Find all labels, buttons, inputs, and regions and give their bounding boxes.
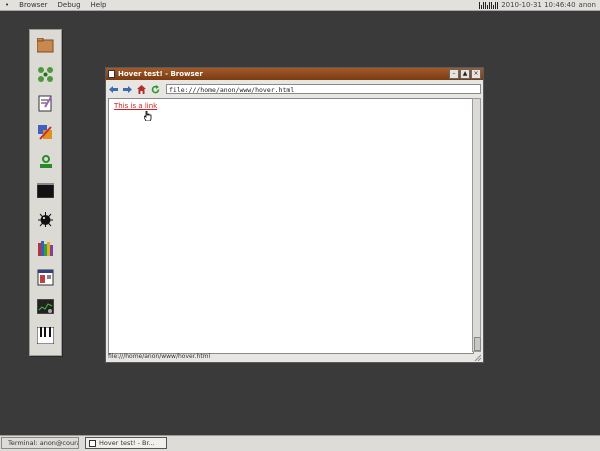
terminal-icon[interactable] [35, 180, 56, 201]
grid-icon[interactable] [35, 64, 56, 85]
username: anon [578, 1, 596, 9]
system-menu-icon[interactable]: • [5, 1, 9, 9]
navigation-toolbar: file:///home/anon/www/hover.html [108, 82, 481, 96]
url-input[interactable]: file:///home/anon/www/hover.html [166, 84, 481, 94]
user-manager-icon[interactable] [35, 151, 56, 172]
system-monitor-icon[interactable] [35, 296, 56, 317]
taskbar-item-terminal[interactable]: Terminal: anon@courage:~ [1, 437, 79, 449]
menu-browser[interactable]: Browser [19, 1, 47, 9]
forward-arrow-icon [123, 85, 132, 93]
window-titlebar[interactable]: Hover test! - Browser – ▲ × [106, 68, 483, 80]
quicklaunch-dock [29, 29, 62, 356]
paint-icon[interactable] [35, 122, 56, 143]
scrollbar-thumb[interactable] [474, 337, 481, 351]
top-menu-bar: • Browser Debug Help 2010-10-31 10:46:40… [0, 0, 600, 11]
resize-grip-icon[interactable] [473, 353, 481, 361]
status-text: file:///home/anon/www/hover.html [108, 353, 211, 360]
clock: 2010-10-31 10:46:40 [501, 1, 576, 9]
minimize-button[interactable]: – [449, 69, 459, 79]
cpu-graph-icon [479, 1, 499, 9]
page-content: This is a link [108, 98, 474, 354]
taskbar: Terminal: anon@courage:~ Hover test! - B… [0, 435, 600, 451]
home-icon [137, 84, 146, 94]
hover-link[interactable]: This is a link [114, 102, 157, 110]
back-arrow-icon [109, 85, 118, 93]
bomb-icon[interactable] [35, 209, 56, 230]
taskbar-item-label: Terminal: anon@courage:~ [8, 439, 78, 447]
browser-window: Hover test! - Browser – ▲ × file:///home… [105, 67, 484, 363]
maximize-button[interactable]: ▲ [460, 69, 470, 79]
folder-icon[interactable] [35, 35, 56, 56]
piano-icon[interactable] [35, 325, 56, 346]
notepad-icon[interactable] [35, 93, 56, 114]
close-button[interactable]: × [471, 69, 481, 79]
taskbar-item-label: Hover test! - Br... [99, 439, 155, 447]
reload-button[interactable] [150, 84, 161, 95]
menu-help[interactable]: Help [91, 1, 107, 9]
back-button[interactable] [108, 84, 119, 95]
menu-debug[interactable]: Debug [58, 1, 81, 9]
hand-cursor-icon [144, 111, 152, 121]
status-bar: file:///home/anon/www/hover.html [108, 353, 481, 361]
document-icon [108, 70, 115, 78]
window-title: Hover test! - Browser [118, 70, 203, 78]
document-icon [89, 439, 96, 447]
taskbar-item-browser[interactable]: Hover test! - Br... [85, 437, 167, 449]
reload-icon [151, 84, 160, 93]
computer-window-icon[interactable] [35, 267, 56, 288]
forward-button[interactable] [122, 84, 133, 95]
vertical-scrollbar[interactable] [472, 98, 481, 352]
home-button[interactable] [136, 84, 147, 95]
books-icon[interactable] [35, 238, 56, 259]
